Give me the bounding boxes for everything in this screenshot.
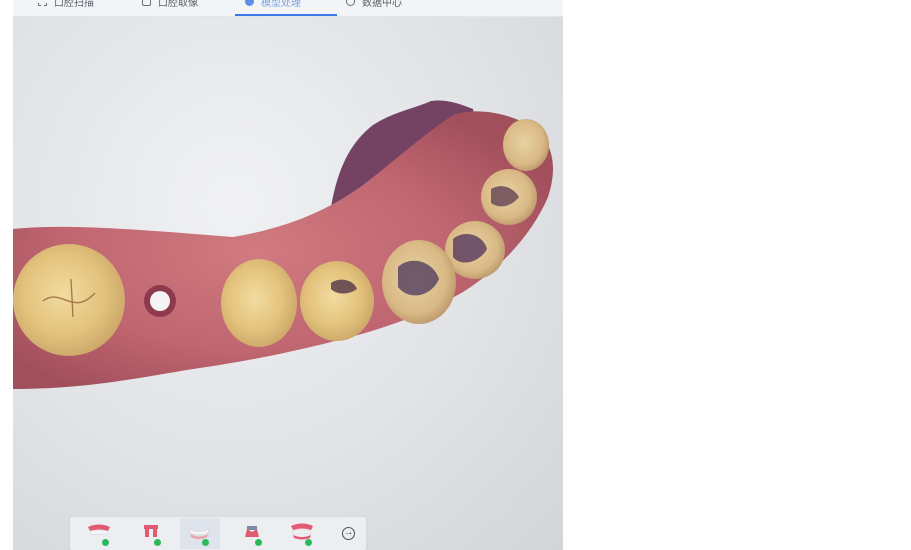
scanner-app: 口腔扫描 口腔取像 模型处理 数据中心 → [13, 0, 563, 550]
3d-viewport[interactable]: → [13, 17, 563, 550]
completed-check-icon [102, 539, 109, 546]
dental-scan-model[interactable] [13, 17, 563, 550]
arrow-right-circle-icon[interactable]: → [342, 527, 355, 540]
prep-tooth-button[interactable] [132, 518, 172, 549]
tab-label: 口腔取像 [158, 0, 198, 9]
model-step-toolbar: → [70, 517, 366, 550]
tooth [503, 119, 549, 171]
tooth [13, 244, 125, 356]
model-process-icon [245, 0, 254, 6]
full-arch-button[interactable] [283, 518, 323, 549]
tab-label: 口腔扫描 [54, 0, 94, 9]
data-center-icon [346, 0, 355, 6]
active-tab-indicator [235, 14, 337, 16]
tab-intraoral-scan[interactable]: 口腔扫描 [38, 0, 94, 9]
import-icon [142, 0, 151, 6]
completed-check-icon [255, 539, 262, 546]
lower-jaw-button[interactable] [180, 518, 220, 549]
tab-label: 模型处理 [261, 0, 301, 9]
completed-check-icon [154, 539, 161, 546]
tooth [221, 259, 297, 347]
implant-hole [150, 291, 170, 311]
scan-frame-icon [38, 0, 47, 6]
top-navigation: 口腔扫描 口腔取像 模型处理 数据中心 [13, 0, 563, 17]
tab-data-center[interactable]: 数据中心 [346, 0, 402, 9]
tab-import[interactable]: 口腔取像 [142, 0, 198, 9]
tab-label: 数据中心 [362, 0, 402, 9]
tab-model-processing[interactable]: 模型处理 [245, 0, 301, 9]
completed-check-icon [202, 539, 209, 546]
bite-registration-button[interactable] [233, 518, 273, 549]
upper-jaw-button[interactable] [80, 518, 120, 549]
completed-check-icon [305, 539, 312, 546]
tooth [300, 261, 374, 341]
